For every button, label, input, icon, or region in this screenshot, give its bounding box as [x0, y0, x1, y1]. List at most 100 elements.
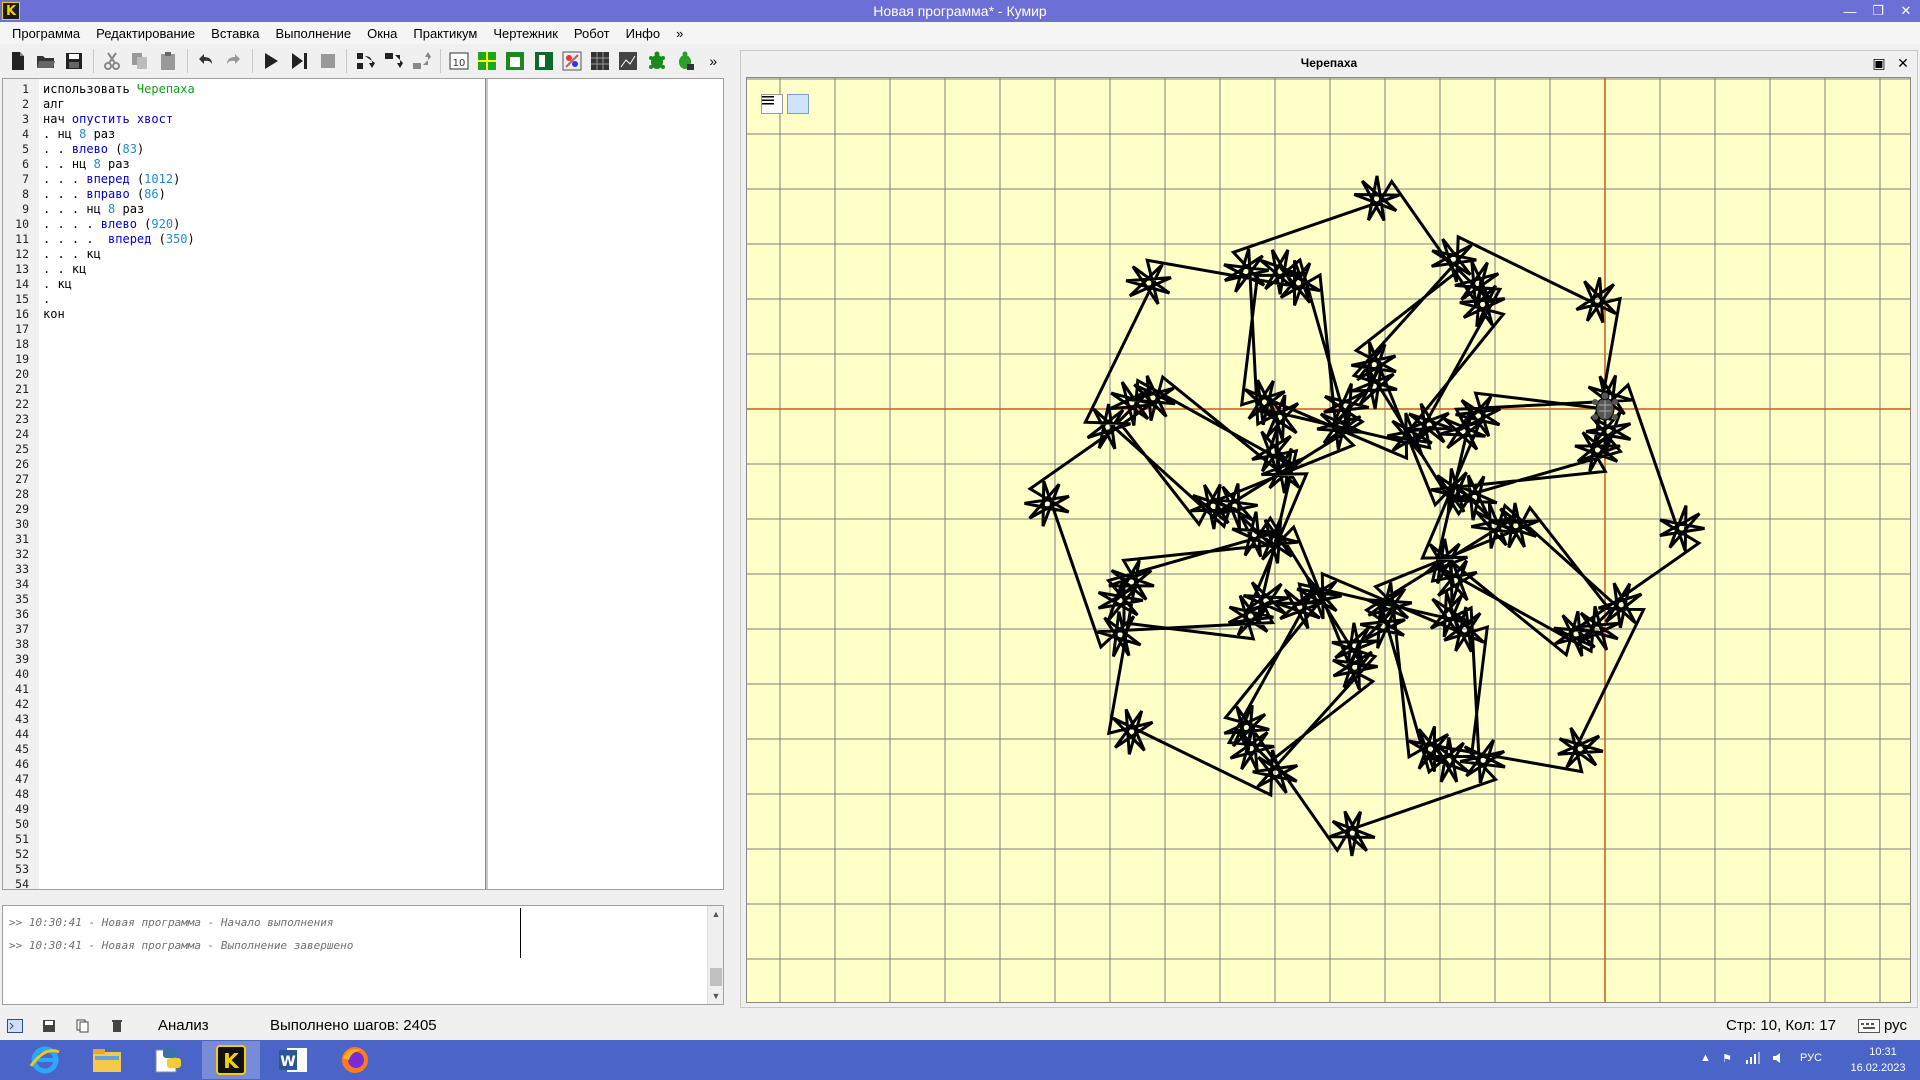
flag-icon[interactable]: ⚑ [1722, 1052, 1732, 1065]
console-icon[interactable] [6, 1017, 24, 1035]
menu-item-5[interactable]: Практикум [405, 26, 485, 41]
log-scrollbar[interactable]: ▲ ▼ [707, 906, 723, 1004]
menu-item-4[interactable]: Окна [359, 26, 405, 41]
toolbar-separator [440, 49, 441, 73]
line-number: 8 [22, 187, 29, 201]
menu-item-1[interactable]: Редактирование [88, 26, 203, 41]
close-icon[interactable]: ✕ [1892, 0, 1920, 22]
menu-item-8[interactable]: Инфо [618, 26, 668, 41]
save-icon[interactable] [63, 48, 86, 74]
code-line[interactable]: . . . . вперед (350) [43, 232, 195, 247]
copy-log-icon[interactable] [74, 1017, 92, 1035]
code-line[interactable]: . . . нц 8 раз [43, 202, 144, 217]
line-number: 28 [15, 487, 29, 501]
code-token: ) [158, 187, 166, 201]
line-number: 5 [22, 142, 29, 156]
code-line[interactable]: . . нц 8 раз [43, 157, 130, 172]
code-token: ) [136, 142, 145, 156]
code-line[interactable]: . . . вправо (86) [43, 187, 166, 202]
cut-icon[interactable] [100, 48, 123, 74]
code-token: раз [86, 127, 116, 141]
file-explorer-icon[interactable] [78, 1041, 136, 1079]
zoom-fit-icon[interactable] [787, 94, 809, 114]
code-line[interactable]: . . . . влево (920) [43, 217, 180, 232]
toolbar-more-button[interactable]: » [702, 48, 725, 74]
painter-icon[interactable] [560, 48, 583, 74]
scroll-thumb[interactable] [710, 968, 722, 986]
code-token: ) [173, 172, 181, 186]
line-number: 9 [22, 202, 29, 216]
menu-item-0[interactable]: Программа [4, 26, 88, 41]
volume-icon[interactable] [1772, 1052, 1784, 1067]
step-over-icon[interactable] [353, 48, 376, 74]
code-line[interactable]: . кц [43, 277, 72, 292]
code-line[interactable]: . нц 8 раз [43, 127, 115, 142]
run-step-icon[interactable] [288, 48, 311, 74]
code-line[interactable]: алг [43, 97, 65, 112]
clock-date[interactable]: 16.02.2023 [1838, 1062, 1918, 1074]
keyboard-icon [1858, 1019, 1880, 1033]
robot-icon[interactable] [504, 48, 527, 74]
step-in-icon[interactable] [381, 48, 404, 74]
code-line[interactable]: нач опустить хвост [43, 112, 173, 127]
undo-icon[interactable] [194, 48, 217, 74]
menu-item-2[interactable]: Вставка [203, 26, 267, 41]
scroll-down-icon[interactable]: ▼ [708, 988, 724, 1004]
save-log-icon[interactable] [40, 1017, 58, 1035]
scroll-up-icon[interactable]: ▲ [708, 906, 724, 922]
output-console[interactable]: >> 10:30:41 - Новая программа - Начало в… [2, 905, 724, 1005]
menu-item-9[interactable]: » [668, 26, 691, 41]
grid-icon[interactable] [588, 48, 611, 74]
code-editor[interactable]: 1 2 3 4 5 6 7 8 9 10 11 12 13 14 15 16 17 18 19 20 21 22 23 24 2… [2, 78, 724, 891]
paste-icon[interactable] [156, 48, 179, 74]
variables-icon[interactable]: 10 [447, 48, 470, 74]
drawer-icon[interactable] [532, 48, 555, 74]
step-out-icon[interactable] [410, 48, 433, 74]
restore-icon[interactable]: ❐ [1864, 0, 1892, 22]
code-token: . . . кц [43, 247, 101, 261]
redo-icon[interactable] [222, 48, 245, 74]
code-line[interactable]: использовать Черепаха [43, 82, 195, 97]
network-icon[interactable] [1746, 1052, 1760, 1067]
line-number: 32 [15, 547, 29, 561]
run-icon[interactable] [259, 48, 282, 74]
word-icon[interactable]: W [264, 1041, 322, 1079]
tray-language[interactable]: РУС [1800, 1052, 1822, 1064]
code-token: . [43, 292, 51, 306]
turtle-canvas[interactable] [746, 77, 1911, 1003]
clock-time[interactable]: 10:31 [1853, 1046, 1913, 1058]
menu-lines-icon[interactable] [761, 94, 783, 114]
turtle-window-title: Черепаха [1300, 56, 1358, 70]
undock-icon[interactable]: ▣ [1869, 53, 1889, 73]
menu-item-3[interactable]: Выполнение [267, 26, 359, 41]
stop-icon[interactable] [316, 48, 339, 74]
tray-expand-icon[interactable]: ▲ [1700, 1052, 1711, 1064]
turtle-icon[interactable] [645, 48, 668, 74]
line-number: 39 [15, 652, 29, 666]
firefox-icon[interactable] [326, 1041, 384, 1079]
code-line[interactable]: . . . кц [43, 247, 101, 262]
robot-field-icon[interactable] [475, 48, 498, 74]
code-line[interactable]: кон [43, 307, 65, 322]
status-language: рус [1884, 1017, 1908, 1034]
code-line[interactable]: . . кц [43, 262, 86, 277]
close-icon[interactable]: ✕ [1893, 53, 1913, 73]
code-line[interactable]: . . влево (83) [43, 142, 144, 157]
image-icon[interactable] [617, 48, 640, 74]
line-number: 23 [15, 412, 29, 426]
menu-item-7[interactable]: Робот [566, 26, 618, 41]
menu-item-6[interactable]: Чертежник [485, 26, 566, 41]
internet-explorer-icon[interactable] [16, 1041, 74, 1079]
editor-splitter[interactable] [485, 79, 488, 889]
kumir-icon[interactable]: K [202, 1041, 260, 1079]
python-icon[interactable] [140, 1041, 198, 1079]
turtle-alt-icon[interactable] [673, 48, 696, 74]
copy-icon[interactable] [128, 48, 151, 74]
code-line[interactable]: . [43, 292, 50, 307]
open-folder-icon[interactable] [34, 48, 57, 74]
clear-log-icon[interactable] [108, 1017, 126, 1035]
minimize-icon[interactable]: — [1836, 0, 1864, 22]
code-line[interactable]: . . . вперед (1012) [43, 172, 180, 187]
new-file-icon[interactable] [6, 48, 29, 74]
line-number: 1 [22, 82, 29, 96]
